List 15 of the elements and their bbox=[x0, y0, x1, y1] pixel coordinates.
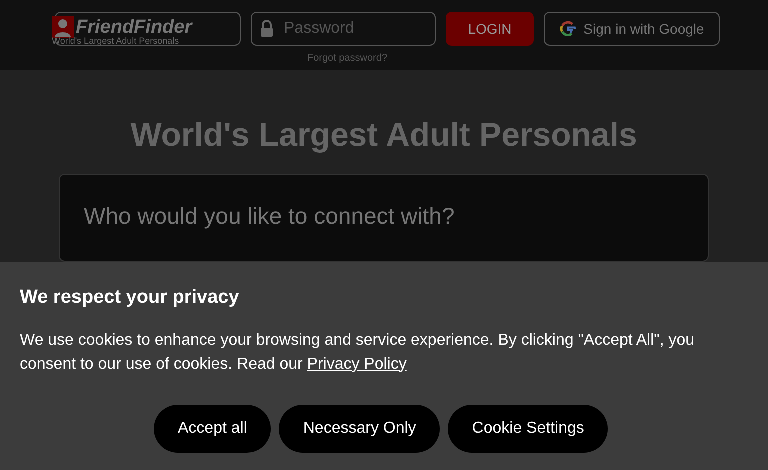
lock-icon bbox=[260, 20, 274, 37]
password-field[interactable]: Password bbox=[251, 12, 436, 46]
google-icon bbox=[560, 21, 576, 37]
login-button[interactable]: LOGIN bbox=[446, 12, 534, 46]
cookie-text: We use cookies to enhance your browsing and service experience. By clicking "Accept All", you consent to our use of cookies. Read our Privacy Policy bbox=[20, 330, 696, 374]
google-signin-button[interactable]: Sign in with Google bbox=[544, 12, 720, 46]
cookie-title: We respect your privacy bbox=[20, 286, 240, 310]
privacy-policy-link[interactable]: Privacy Policy bbox=[307, 356, 407, 372]
hero-title: World's Largest Adult Personals bbox=[130, 115, 638, 155]
cookie-button[interactable]: Accept all bbox=[154, 404, 272, 452]
cookie-button[interactable]: Cookie Settings bbox=[448, 404, 608, 452]
connect-question: Who would you like to connect with? bbox=[84, 202, 455, 228]
cookie-button[interactable]: Necessary Only bbox=[279, 404, 440, 452]
person-icon bbox=[52, 16, 74, 38]
logo: FriendFinder bbox=[76, 18, 192, 36]
